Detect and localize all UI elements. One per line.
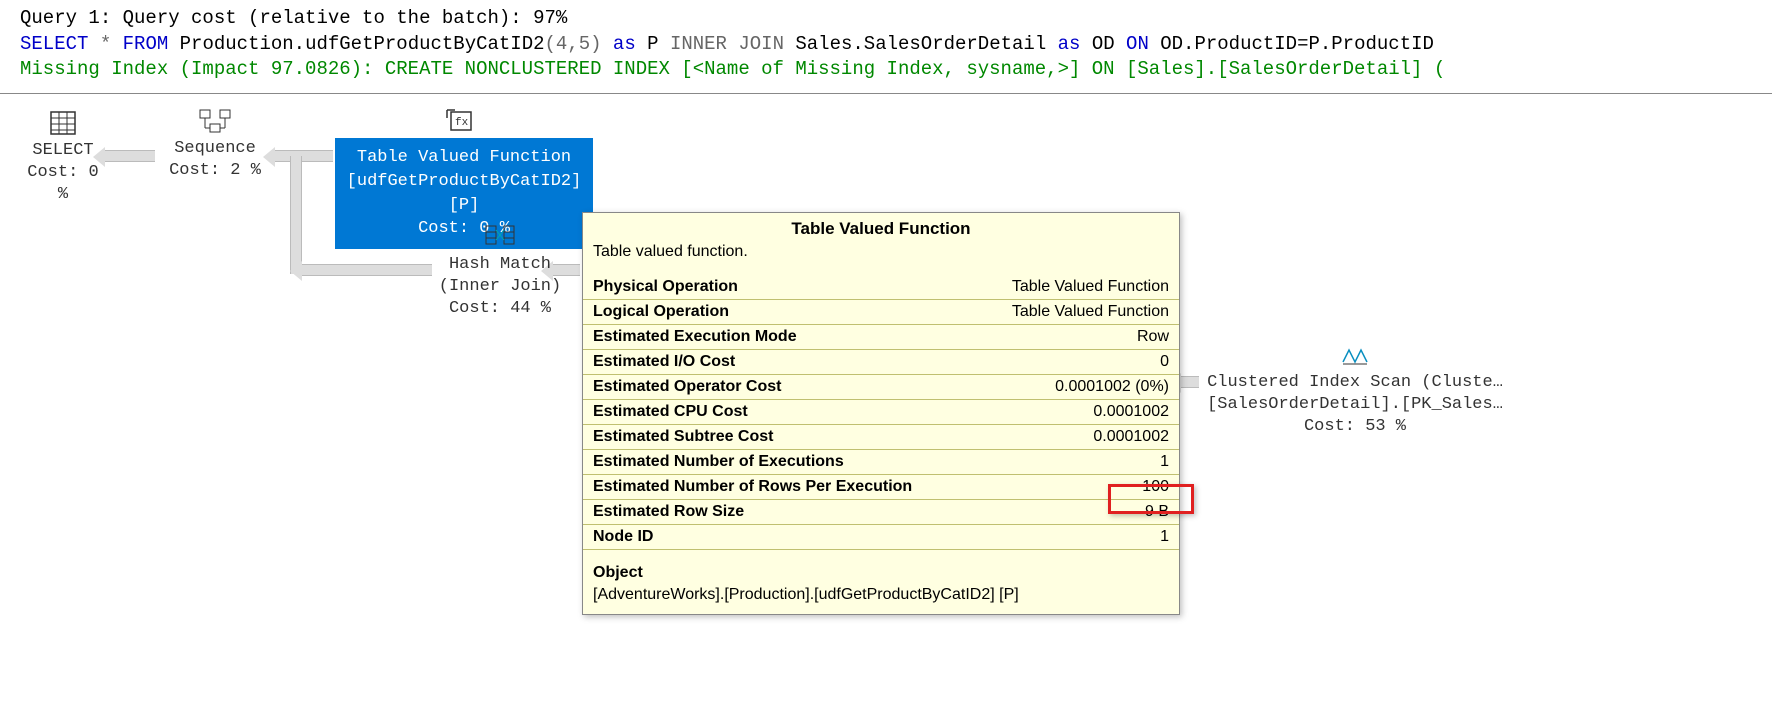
- plan-node-select[interactable]: SELECT Cost: 0 %: [18, 110, 108, 206]
- plan-arrow: [302, 264, 432, 276]
- tooltip-key: Estimated Row Size: [583, 499, 953, 524]
- hash-match-icon: [430, 222, 570, 250]
- tvf-line2: [udfGetProductByCatID2] [P]: [345, 170, 583, 218]
- tooltip-row: Estimated Number of Rows Per Execution10…: [583, 474, 1179, 499]
- tooltip-title: Table Valued Function: [583, 213, 1179, 241]
- tooltip-key: Estimated Execution Mode: [583, 324, 953, 349]
- clustered-index-scan-icon: [1200, 342, 1510, 368]
- sql-alias: P: [647, 33, 658, 55]
- plan-arrow: [1181, 376, 1199, 388]
- node-cost: Cost: 2 %: [160, 160, 270, 182]
- node-cost: Cost: 0 %: [18, 162, 108, 206]
- plan-arrow: [275, 150, 333, 162]
- plan-node-clustered-index-scan[interactable]: Clustered Index Scan (Cluste… [SalesOrde…: [1200, 342, 1510, 438]
- tooltip-row: Logical OperationTable Valued Function: [583, 299, 1179, 324]
- sequence-icon: [160, 108, 270, 134]
- tooltip-key: Logical Operation: [583, 299, 953, 324]
- sql-condition: OD.ProductID=P.ProductID: [1160, 33, 1434, 55]
- select-icon: [18, 110, 108, 136]
- plan-arrow: [290, 156, 302, 274]
- tooltip-properties-table: Physical OperationTable Valued FunctionL…: [583, 275, 1179, 550]
- sql-keyword: SELECT: [20, 33, 100, 55]
- tooltip-row: Physical OperationTable Valued Function: [583, 275, 1179, 300]
- scan-line1: Clustered Index Scan (Cluste…: [1200, 372, 1510, 394]
- scan-line2: [SalesOrderDetail].[PK_Sales…: [1200, 394, 1510, 416]
- tooltip-key: Estimated Number of Executions: [583, 449, 953, 474]
- query-sql-line: SELECT * FROM Production.udfGetProductBy…: [20, 32, 1752, 58]
- sql-alias: OD: [1092, 33, 1115, 55]
- tooltip-row: Estimated I/O Cost0: [583, 349, 1179, 374]
- tooltip-key: Estimated Subtree Cost: [583, 424, 953, 449]
- tooltip-row: Estimated CPU Cost0.0001002: [583, 399, 1179, 424]
- node-sub: (Inner Join): [430, 276, 570, 298]
- sql-keyword: as: [1046, 33, 1092, 55]
- tooltip-row: Estimated Operator Cost0.0001002 (0%): [583, 374, 1179, 399]
- tooltip-row: Node ID1: [583, 524, 1179, 549]
- sql-keyword: INNER JOIN: [659, 33, 796, 55]
- tooltip-value: 1: [953, 524, 1179, 549]
- tooltip-key: Estimated Number of Rows Per Execution: [583, 474, 953, 499]
- operator-tooltip: Table Valued Function Table valued funct…: [582, 212, 1180, 615]
- query-cost-line: Query 1: Query cost (relative to the bat…: [20, 6, 1752, 32]
- sql-object: Production.udfGetProductByCatID2: [180, 33, 545, 55]
- tooltip-row: Estimated Subtree Cost0.0001002: [583, 424, 1179, 449]
- tooltip-key: Physical Operation: [583, 275, 953, 300]
- plan-arrow: [105, 150, 155, 162]
- tooltip-value: 100: [953, 474, 1179, 499]
- tooltip-row: Estimated Execution ModeRow: [583, 324, 1179, 349]
- scan-line3: Cost: 53 %: [1200, 416, 1510, 438]
- tooltip-value: 9 B: [953, 499, 1179, 524]
- tooltip-row: Estimated Row Size9 B: [583, 499, 1179, 524]
- tooltip-value: 0.0001002: [953, 399, 1179, 424]
- tooltip-key: Estimated Operator Cost: [583, 374, 953, 399]
- tooltip-value: 0: [953, 349, 1179, 374]
- svg-text:fx: fx: [455, 117, 469, 129]
- sql-keyword: ON: [1115, 33, 1161, 55]
- tvf-icon: fx: [440, 108, 480, 138]
- missing-index-line: Missing Index (Impact 97.0826): CREATE N…: [20, 57, 1752, 83]
- tooltip-key: Estimated CPU Cost: [583, 399, 953, 424]
- tooltip-value: 0.0001002 (0%): [953, 374, 1179, 399]
- node-label: SELECT: [18, 140, 108, 162]
- tooltip-object-label: Object: [583, 550, 1179, 584]
- sql-object: Sales.SalesOrderDetail: [795, 33, 1046, 55]
- tooltip-value: Row: [953, 324, 1179, 349]
- tooltip-value: 0.0001002: [953, 424, 1179, 449]
- sql-star: *: [100, 33, 111, 55]
- tooltip-value: Table Valued Function: [953, 299, 1179, 324]
- plan-node-sequence[interactable]: Sequence Cost: 2 %: [160, 108, 270, 182]
- tooltip-value: Table Valued Function: [953, 275, 1179, 300]
- tooltip-row: Estimated Number of Executions1: [583, 449, 1179, 474]
- sql-keyword: FROM: [111, 33, 179, 55]
- tooltip-object-value: [AdventureWorks].[Production].[udfGetPro…: [583, 584, 1179, 614]
- execution-plan-canvas[interactable]: SELECT Cost: 0 % Sequence Cost: 2 % fx T…: [0, 94, 1772, 724]
- tooltip-description: Table valued function.: [583, 241, 1179, 275]
- plan-node-hash-match[interactable]: Hash Match (Inner Join) Cost: 44 %: [430, 222, 570, 320]
- tooltip-value: 1: [953, 449, 1179, 474]
- query-header: Query 1: Query cost (relative to the bat…: [0, 0, 1772, 94]
- tooltip-key: Node ID: [583, 524, 953, 549]
- node-label: Sequence: [160, 138, 270, 160]
- node-label: Hash Match: [430, 254, 570, 276]
- sql-args: (4,5): [545, 33, 602, 55]
- tvf-line1: Table Valued Function: [345, 146, 583, 170]
- sql-keyword: as: [602, 33, 648, 55]
- node-cost: Cost: 44 %: [430, 298, 570, 320]
- tooltip-key: Estimated I/O Cost: [583, 349, 953, 374]
